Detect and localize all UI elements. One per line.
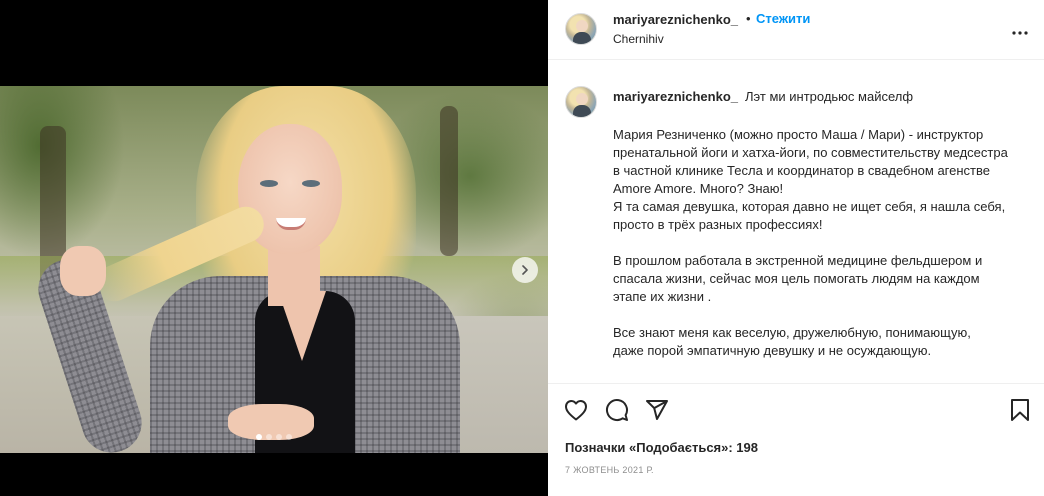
post-side-panel: mariyareznichenko_ • Стежити Chernihiv m…: [548, 0, 1044, 496]
avatar[interactable]: [565, 86, 597, 118]
paper-plane-icon: [645, 398, 669, 425]
more-options-button[interactable]: [1010, 20, 1030, 40]
caption-paragraph: В прошлом работала в экстренной медицине…: [613, 252, 1033, 306]
background-tree: [440, 106, 458, 256]
comment-icon: [605, 398, 629, 425]
person-hand: [60, 246, 106, 296]
author-username[interactable]: mariyareznichenko_: [613, 12, 738, 27]
caption-line: В прошлом работала в экстренной медицине…: [613, 253, 983, 268]
more-horizontal-icon: [1012, 23, 1028, 38]
likes-count[interactable]: Позначки «Подобається»: 198: [565, 440, 758, 455]
chevron-right-icon: [520, 263, 530, 278]
caption-line: Все знают меня как веселую, дружелюбную,…: [613, 325, 971, 340]
carousel-indicator: [0, 434, 548, 440]
caption-paragraph: Мария Резниченко (можно просто Маша / Ма…: [613, 126, 1033, 234]
follow-button[interactable]: Стежити: [756, 11, 810, 26]
post-date[interactable]: 7 жовтень 2021 р.: [565, 465, 654, 475]
carousel-dot: [266, 434, 272, 440]
person-eye: [260, 180, 278, 187]
caption-line: Я та самая девушка, которая давно не ище…: [613, 199, 1006, 214]
caption-line: в частной клинике Тесла и координатор в …: [613, 163, 990, 178]
caption-text: Мария Резниченко (можно просто Маша / Ма…: [613, 126, 1033, 378]
comment-button[interactable]: [604, 398, 630, 424]
caption-title: Лэт ми интродьюс майселф: [745, 89, 914, 104]
caption-line: Мария Резниченко (можно просто Маша / Ма…: [613, 127, 984, 142]
caption-line: спасала жизни, сейчас моя цель помогать …: [613, 271, 980, 286]
caption-line: даже порой эмпатичную девушку и не осужд…: [613, 343, 932, 358]
person-smile: [276, 218, 306, 230]
like-button[interactable]: [563, 398, 589, 424]
separator-dot: •: [746, 11, 751, 26]
post-photo[interactable]: [0, 86, 548, 453]
caption-username[interactable]: mariyareznichenko_: [613, 89, 738, 104]
caption-paragraph: Все знают меня как веселую, дружелюбную,…: [613, 324, 1033, 360]
caption-line: этапе их жизни .: [613, 289, 712, 304]
save-button[interactable]: [1007, 398, 1033, 424]
location-link[interactable]: Chernihiv: [613, 32, 664, 46]
caption-line: Amore Amore. Много? Знаю!: [613, 181, 784, 196]
caption-line: пренатальной йоги и хатха-йоги, по совме…: [613, 145, 1008, 160]
share-button[interactable]: [644, 398, 670, 424]
carousel-dot: [286, 434, 292, 440]
next-slide-button[interactable]: [512, 257, 538, 283]
post-header: mariyareznichenko_ • Стежити Chernihiv: [548, 0, 1044, 60]
post-actions-bar: [548, 383, 1044, 435]
caption-line: просто в трёх разных профессиях!: [613, 217, 823, 232]
avatar[interactable]: [565, 13, 597, 45]
carousel-dot: [256, 434, 262, 440]
carousel-dot: [276, 434, 282, 440]
post-media: [0, 0, 548, 496]
person-eye: [302, 180, 320, 187]
bookmark-icon: [1010, 398, 1030, 425]
caption-section: mariyareznichenko_ Лэт ми интродьюс майс…: [548, 61, 1044, 383]
heart-icon: [564, 399, 588, 424]
